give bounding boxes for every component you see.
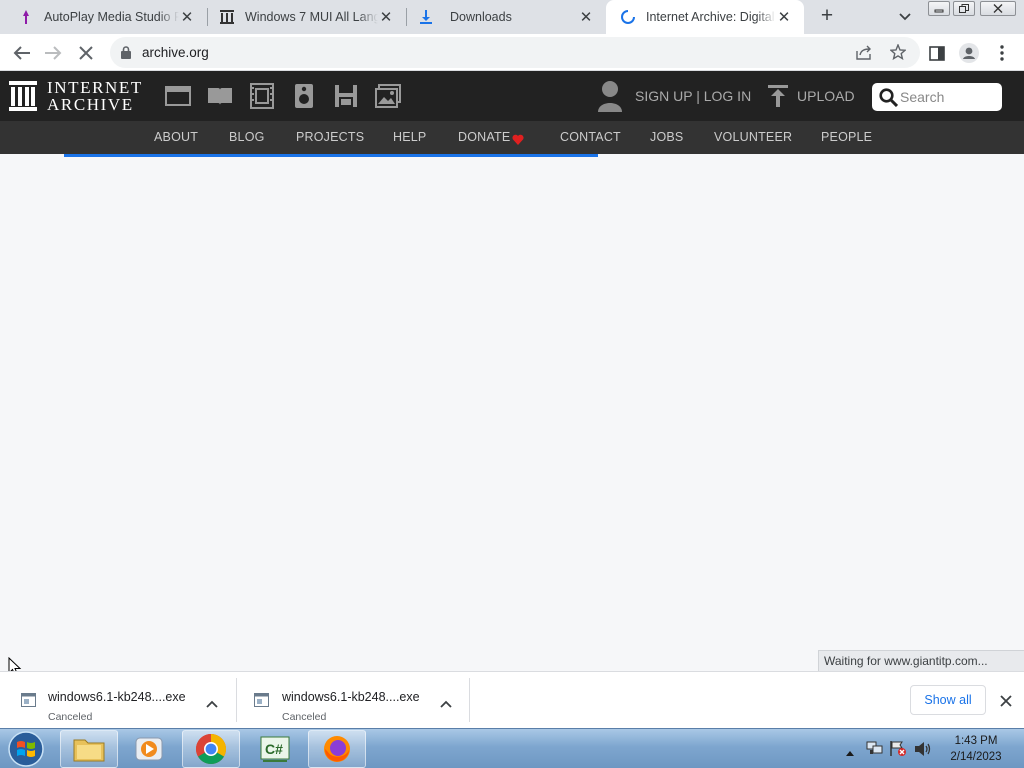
download-separator: [469, 678, 470, 722]
tab-windows7-mui[interactable]: Windows 7 MUI All Langu ✕: [207, 0, 406, 34]
tab-internet-archive[interactable]: Internet Archive: Digital L ✕: [606, 0, 804, 34]
heart-icon[interactable]: [512, 132, 524, 150]
video-icon[interactable]: [249, 83, 275, 109]
chrome-icon[interactable]: [182, 730, 240, 768]
ia-logo-line1: INTERNET: [47, 78, 143, 97]
ia-logo-line2: ARCHIVE: [47, 95, 134, 114]
show-all-button[interactable]: Show all: [910, 685, 986, 715]
tab-search-chevron-icon[interactable]: [896, 8, 914, 26]
tab-strip: AutoPlay Media Studio Fr ✕ Windows 7 MUI…: [0, 0, 1024, 34]
ia-search-box[interactable]: Search: [872, 83, 1002, 111]
exe-file-icon: [254, 693, 269, 712]
images-icon[interactable]: [375, 83, 401, 109]
download-icon: [418, 9, 434, 25]
volume-icon[interactable]: [914, 741, 932, 762]
ia-top-nav: INTERNET ARCHIVE SIGN UP | LOG IN UPLOAD…: [0, 71, 1024, 121]
nav-projects[interactable]: PROJECTS: [296, 130, 364, 144]
chrome-menu-icon[interactable]: [991, 42, 1013, 64]
windows-taskbar: C# 1:43 PM 2/14/2023: [0, 728, 1024, 768]
close-tab-icon[interactable]: ✕: [776, 9, 792, 26]
archive-favicon: [219, 9, 235, 25]
system-clock[interactable]: 1:43 PM 2/14/2023: [942, 733, 1010, 765]
url-text[interactable]: archive.org: [142, 45, 209, 60]
nav-jobs[interactable]: JOBS: [650, 130, 683, 144]
download-filename: windows6.1-kb248....exe: [48, 690, 186, 704]
tab-title: Downloads: [450, 10, 512, 24]
chevron-up-icon[interactable]: [206, 695, 218, 713]
nav-contact[interactable]: CONTACT: [560, 130, 621, 144]
autoplay-icon: [18, 9, 34, 25]
clock-date: 2/14/2023: [950, 751, 1002, 763]
side-panel-icon[interactable]: [926, 42, 948, 64]
software-icon[interactable]: [333, 83, 359, 109]
tab-downloads[interactable]: Downloads ✕: [406, 0, 606, 34]
ia-logo-icon[interactable]: [9, 81, 37, 116]
web-icon[interactable]: [165, 83, 191, 109]
user-icon[interactable]: [596, 80, 624, 117]
minimize-button[interactable]: [928, 1, 950, 16]
close-tab-icon[interactable]: ✕: [378, 9, 394, 26]
media-player-icon[interactable]: [120, 730, 178, 768]
upload-icon[interactable]: [768, 85, 788, 112]
search-icon: [879, 88, 899, 112]
download-item[interactable]: windows6.1-kb248....exe Canceled: [237, 678, 469, 723]
upload-link[interactable]: UPLOAD: [797, 88, 855, 104]
profile-avatar-icon[interactable]: [958, 42, 980, 64]
download-filename: windows6.1-kb248....exe: [282, 690, 420, 704]
tab-title: AutoPlay Media Studio Fr: [44, 10, 179, 24]
share-icon[interactable]: [856, 45, 872, 65]
stop-loading-icon[interactable]: [75, 42, 97, 64]
loading-spinner-icon: [620, 9, 636, 25]
firefox-icon[interactable]: [308, 730, 366, 768]
csharp-icon[interactable]: C#: [246, 730, 304, 768]
address-bar[interactable]: archive.org: [110, 37, 920, 68]
download-shelf: windows6.1-kb248....exe Canceled windows…: [0, 671, 1024, 728]
nav-people[interactable]: PEOPLE: [821, 130, 872, 144]
nav-blog[interactable]: BLOG: [229, 130, 265, 144]
tab-title: Windows 7 MUI All Langu: [245, 10, 378, 24]
search-placeholder: Search: [900, 89, 945, 105]
browser-toolbar: archive.org: [0, 34, 1024, 71]
tab-autoplay[interactable]: AutoPlay Media Studio Fr ✕: [0, 0, 207, 34]
status-bubble: Waiting for www.giantitp.com...: [818, 650, 1024, 671]
new-tab-button[interactable]: +: [816, 5, 838, 28]
chevron-up-icon[interactable]: [440, 695, 452, 713]
nav-about[interactable]: ABOUT: [154, 130, 198, 144]
lock-icon[interactable]: [121, 46, 131, 64]
nav-donate[interactable]: DONATE: [458, 130, 510, 144]
close-window-button[interactable]: [980, 1, 1016, 16]
show-hidden-icons-arrow[interactable]: [845, 744, 855, 762]
action-center-flag-icon[interactable]: [889, 740, 907, 762]
ia-secondary-nav: ABOUT BLOG PROJECTS HELP DONATE CONTACT …: [0, 121, 1024, 154]
close-tab-icon[interactable]: ✕: [179, 9, 195, 26]
windows-start-icon[interactable]: [6, 730, 46, 768]
signup-login-link[interactable]: SIGN UP | LOG IN: [635, 88, 751, 104]
close-shelf-icon[interactable]: [1000, 694, 1012, 712]
close-tab-icon[interactable]: ✕: [578, 9, 594, 26]
download-status: Canceled: [282, 711, 327, 723]
ia-logo-text[interactable]: INTERNET ARCHIVE: [47, 79, 143, 113]
file-explorer-icon[interactable]: [60, 730, 118, 768]
forward-arrow-icon[interactable]: [42, 42, 64, 64]
bookmark-star-icon[interactable]: [889, 43, 907, 65]
exe-file-icon: [21, 693, 36, 712]
audio-icon[interactable]: [291, 83, 317, 109]
nav-help[interactable]: HELP: [393, 130, 426, 144]
page-content: [0, 157, 1024, 650]
download-status: Canceled: [48, 711, 93, 723]
nav-volunteer[interactable]: VOLUNTEER: [714, 130, 792, 144]
download-item[interactable]: windows6.1-kb248....exe Canceled: [0, 678, 236, 723]
texts-icon[interactable]: [207, 83, 233, 109]
restore-button[interactable]: [953, 1, 975, 16]
svg-text:C#: C#: [265, 741, 283, 757]
clock-time: 1:43 PM: [954, 735, 998, 747]
network-icon[interactable]: [866, 740, 884, 761]
tab-title: Internet Archive: Digital L: [646, 10, 776, 24]
back-arrow-icon[interactable]: [11, 42, 33, 64]
